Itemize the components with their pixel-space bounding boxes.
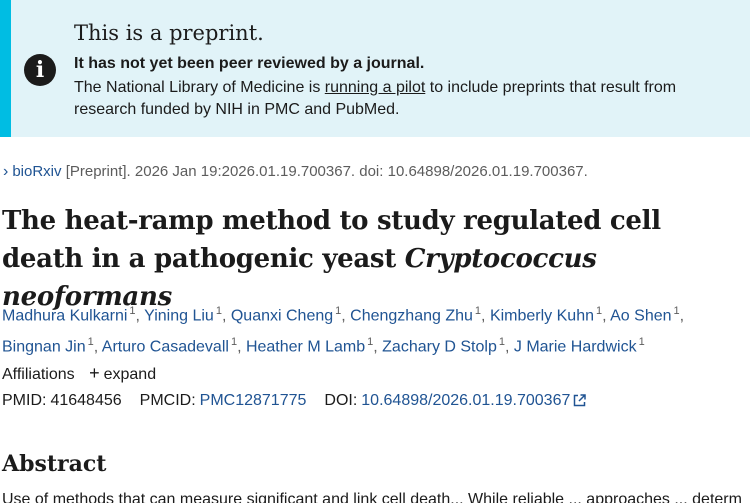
author-link[interactable]: Quanxi Cheng <box>231 307 333 324</box>
author-list: Madhura Kulkarni 1, Yining Liu 1, Quanxi C… <box>2 305 685 356</box>
abstract-first-line: Use of methods that can measure signific… <box>2 491 742 503</box>
affiliations-row: Affiliations + expand <box>2 363 156 384</box>
banner-text-before: The National Library of Medicine is <box>74 79 325 96</box>
author-link[interactable]: Kimberly Kuhn <box>490 307 594 324</box>
pmid-value: 41648456 <box>50 392 122 409</box>
author-link[interactable]: Yining Liu <box>144 307 214 324</box>
author-affiliation-number[interactable]: 1 <box>639 336 645 348</box>
author-link[interactable]: Zachary D Stolp <box>382 339 497 356</box>
author-link[interactable]: J Marie Hardwick <box>514 339 637 356</box>
author-link[interactable]: Bingnan Jin <box>2 339 86 356</box>
abstract-heading: Abstract <box>2 451 107 477</box>
external-link-icon[interactable] <box>573 394 587 407</box>
pmid-label: PMID: <box>2 392 47 409</box>
banner-subtitle: It has not yet been peer reviewed by a j… <box>74 55 425 72</box>
chevron-right-icon: › <box>3 163 9 180</box>
info-icon: i <box>24 54 56 86</box>
citation-details: [Preprint]. 2026 Jan 19:2026.01.19.70036… <box>65 163 588 180</box>
author-link[interactable]: Ao Shen <box>610 307 671 324</box>
author-link[interactable]: Chengzhang Zhu <box>350 307 473 324</box>
affiliations-label: Affiliations <box>2 366 75 383</box>
running-pilot-link[interactable]: running a pilot <box>325 79 426 96</box>
author-link[interactable]: Madhura Kulkarni <box>2 307 127 324</box>
author-link[interactable]: Arturo Casadevall <box>102 339 229 356</box>
expand-affiliations-button[interactable]: expand <box>104 366 157 383</box>
pmcid-label: PMCID: <box>139 392 196 409</box>
banner-title: This is a preprint. <box>74 21 264 45</box>
doi-link[interactable]: 10.64898/2026.01.19.700367 <box>361 392 570 409</box>
banner-text: The National Library of Medicine is runn… <box>74 77 734 121</box>
plus-icon[interactable]: + <box>89 363 100 383</box>
banner-accent-bar <box>0 0 11 137</box>
identifiers-row: PMID: 41648456 PMCID: PMC12871775 DOI: 10.648… <box>2 392 587 410</box>
citation-line: › bioRxiv [Preprint]. 2026 Jan 19:2026.01… <box>3 163 588 181</box>
author-link[interactable]: Heather M Lamb <box>246 339 365 356</box>
pmcid-link[interactable]: PMC12871775 <box>200 392 307 409</box>
doi-label: DOI: <box>324 392 358 409</box>
journal-link[interactable]: bioRxiv <box>12 163 61 180</box>
preprint-banner: i This is a preprint. It has not yet bee… <box>0 0 750 137</box>
